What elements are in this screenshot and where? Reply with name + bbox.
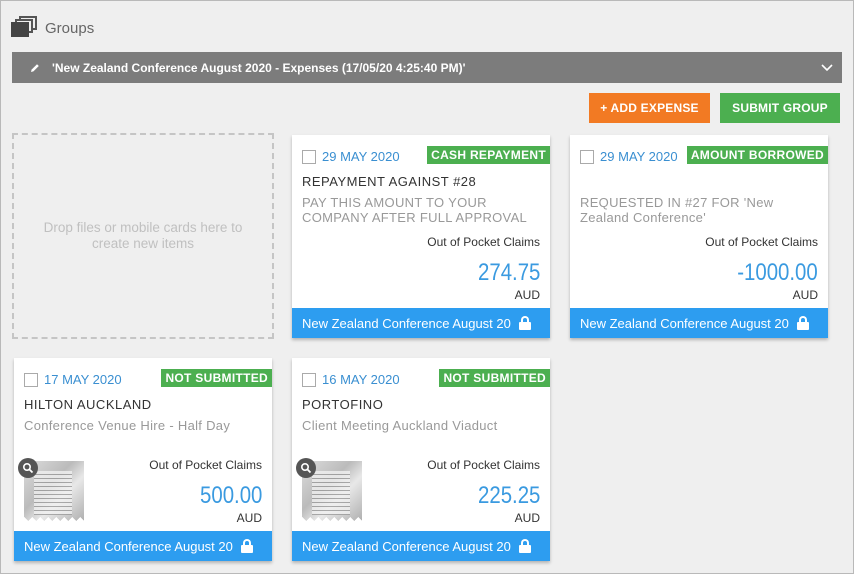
expense-currency: AUD (236, 511, 262, 525)
select-checkbox[interactable] (302, 150, 316, 164)
group-label: New Zealand Conference August 20 (302, 538, 511, 554)
groups-icon (11, 16, 39, 40)
expense-date: 17 MAY 2020 (44, 372, 122, 387)
add-expense-button[interactable]: + ADD EXPENSE (589, 93, 710, 123)
expense-category: Out of Pocket Claims (705, 235, 818, 249)
group-label: New Zealand Conference August 20 (302, 315, 511, 331)
pencil-icon[interactable] (28, 61, 42, 75)
expense-description: REQUESTED IN #27 FOR 'New Zealand Confer… (580, 195, 774, 225)
expense-description: Conference Venue Hire - Half Day (24, 418, 231, 433)
lock-icon (240, 539, 253, 553)
expense-description: Client Meeting Auckland Viaduct (302, 418, 498, 433)
expense-card[interactable]: 29 MAY 2020 CASH REPAYMENT REPAYMENT AGA… (292, 135, 550, 338)
status-badge: AMOUNT BORROWED (686, 146, 828, 164)
expense-title: REPAYMENT AGAINST #28 (302, 174, 477, 189)
expense-category: Out of Pocket Claims (427, 458, 540, 472)
dropzone-text: Drop files or mobile cards here to creat… (43, 220, 243, 251)
expense-card[interactable]: 29 MAY 2020 AMOUNT BORROWED REQUESTED IN… (570, 135, 828, 338)
group-name: 'New Zealand Conference August 2020 - Ex… (52, 60, 466, 75)
expense-title: PORTOFINO (302, 397, 384, 412)
page-header: Groups (11, 15, 94, 41)
expense-date: 29 MAY 2020 (322, 149, 400, 164)
expense-category: Out of Pocket Claims (149, 458, 262, 472)
card-group-footer[interactable]: New Zealand Conference August 20 (14, 531, 272, 561)
zoom-icon[interactable] (296, 458, 316, 478)
card-group-footer[interactable]: New Zealand Conference August 20 (292, 531, 550, 561)
expense-amount: 274.75 (477, 259, 540, 286)
card-group-footer[interactable]: New Zealand Conference August 20 (292, 308, 550, 338)
submit-group-button[interactable]: SUBMIT GROUP (720, 93, 840, 123)
page-title: Groups (45, 19, 95, 37)
status-badge: NOT SUBMITTED (439, 369, 550, 387)
expense-date: 29 MAY 2020 (600, 149, 678, 164)
expense-date: 16 MAY 2020 (322, 372, 400, 387)
group-label: New Zealand Conference August 20 (24, 538, 233, 554)
expense-card[interactable]: 16 MAY 2020 NOT SUBMITTED PORTOFINO Clie… (292, 358, 550, 561)
expense-currency: AUD (514, 288, 540, 302)
expense-card[interactable]: 17 MAY 2020 NOT SUBMITTED HILTON AUCKLAN… (14, 358, 272, 561)
group-header-bar[interactable]: 'New Zealand Conference August 2020 - Ex… (12, 52, 842, 83)
select-checkbox[interactable] (580, 150, 594, 164)
chevron-down-icon[interactable] (812, 61, 842, 75)
expense-description: PAY THIS AMOUNT TO YOUR COMPANY AFTER FU… (302, 195, 528, 225)
expense-amount: 225.25 (477, 482, 540, 509)
status-badge: NOT SUBMITTED (161, 369, 272, 387)
zoom-icon[interactable] (18, 458, 38, 478)
select-checkbox[interactable] (24, 373, 38, 387)
expense-category: Out of Pocket Claims (427, 235, 540, 249)
expense-amount: 500.00 (199, 482, 262, 509)
file-dropzone[interactable]: Drop files or mobile cards here to creat… (12, 133, 274, 339)
expense-currency: AUD (792, 288, 818, 302)
expense-amount: -1000.00 (737, 259, 818, 286)
select-checkbox[interactable] (302, 373, 316, 387)
lock-icon (518, 316, 531, 330)
lock-icon (518, 539, 531, 553)
lock-icon (796, 316, 809, 330)
card-group-footer[interactable]: New Zealand Conference August 20 (570, 308, 828, 338)
group-label: New Zealand Conference August 20 (580, 315, 789, 331)
expense-title: HILTON AUCKLAND (24, 397, 152, 412)
expense-currency: AUD (514, 511, 540, 525)
status-badge: CASH REPAYMENT (427, 146, 550, 164)
